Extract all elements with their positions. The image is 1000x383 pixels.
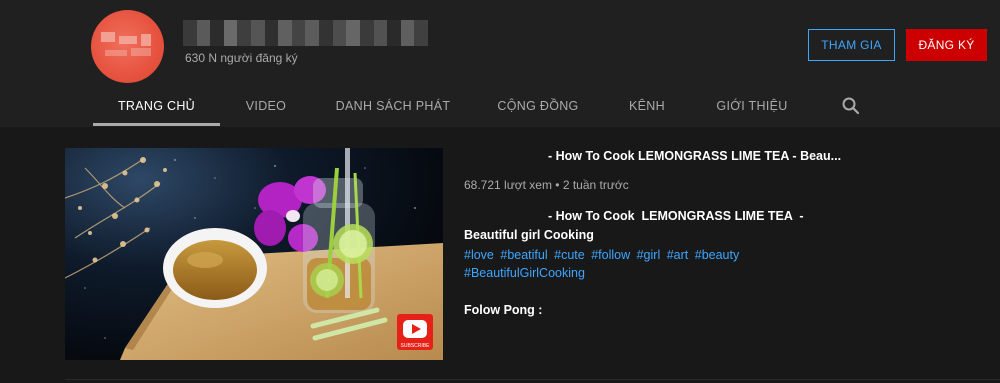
tab-about[interactable]: GIỚI THIỆU (706, 86, 798, 126)
hashtag-link[interactable]: #beatiful (500, 248, 547, 262)
video-title[interactable]: - How To Cook LEMONGRASS LIME TEA - Beau… (548, 149, 841, 163)
subscriber-count: 630 N người đăng ký (185, 51, 298, 65)
description-line-1: - How To Cook LEMONGRASS LIME TEA - (548, 209, 804, 223)
tab-playlists[interactable]: DANH SÁCH PHÁT (328, 86, 458, 126)
hashtag-link[interactable]: #cute (554, 248, 585, 262)
subscribe-badge-text: SUBSCRIBE (401, 343, 431, 349)
tab-home[interactable]: TRANG CHỦ (93, 86, 220, 126)
tab-channels[interactable]: KÊNH (618, 86, 676, 126)
hashtag-link[interactable]: #beauty (695, 248, 739, 262)
join-button[interactable]: THAM GIA (808, 29, 895, 61)
search-icon[interactable] (840, 95, 862, 117)
tab-community[interactable]: CỘNG ĐỒNG (488, 86, 588, 126)
hashtag-link[interactable]: #love (464, 248, 494, 262)
hashtag-link[interactable]: #BeautifulGirlCooking (464, 266, 585, 280)
hashtag-list: #love #beatiful #cute #follow #girl #art… (464, 246, 784, 282)
folow-text: Folow Pong : (464, 303, 543, 317)
channel-name-blurred (183, 20, 428, 46)
hashtag-link[interactable]: #follow (591, 248, 630, 262)
divider (65, 379, 1000, 380)
channel-avatar[interactable] (91, 10, 164, 83)
subscribe-button[interactable]: ĐĂNG KÝ (906, 29, 987, 61)
description-line-2: Beautiful girl Cooking (464, 228, 594, 242)
video-meta: 68.721 lượt xem • 2 tuần trước (464, 178, 629, 192)
tab-videos[interactable]: VIDEO (232, 86, 300, 126)
hashtag-link[interactable]: #art (667, 248, 689, 262)
video-thumbnail[interactable]: SUBSCRIBE (65, 148, 443, 360)
hashtag-link[interactable]: #girl (637, 248, 661, 262)
